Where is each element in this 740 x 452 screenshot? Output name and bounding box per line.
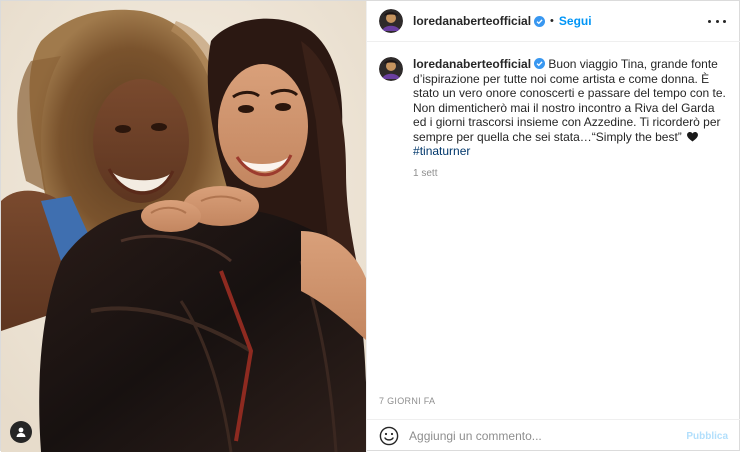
header-separator: • bbox=[550, 15, 554, 27]
author-username[interactable]: loredanaberteofficial bbox=[413, 14, 531, 28]
caption-relative-time[interactable]: 1 sett bbox=[413, 167, 731, 182]
verified-badge-icon bbox=[534, 15, 546, 27]
instagram-post: loredanaberteofficial • Segui loredanabe… bbox=[0, 0, 740, 452]
post-side-panel: loredanaberteofficial • Segui loredanabe… bbox=[366, 1, 740, 452]
black-heart-icon bbox=[687, 131, 699, 142]
profile-avatar-icon[interactable] bbox=[379, 9, 404, 33]
post-photo-artwork bbox=[1, 1, 367, 452]
follow-button[interactable]: Segui bbox=[559, 14, 592, 28]
more-options-icon[interactable] bbox=[708, 13, 727, 29]
caption-username[interactable]: loredanaberteofficial bbox=[413, 57, 531, 71]
post-date[interactable]: 7 GIORNI FA bbox=[379, 396, 435, 406]
comment-input[interactable] bbox=[409, 429, 687, 443]
post-caption: loredanaberteofficial Buon viaggio Tina,… bbox=[379, 57, 734, 181]
hashtag-link[interactable]: #tinaturner bbox=[413, 144, 470, 158]
caption-body: loredanaberteofficial Buon viaggio Tina,… bbox=[413, 57, 731, 181]
caption-avatar-icon[interactable] bbox=[379, 57, 404, 81]
post-header: loredanaberteofficial • Segui bbox=[367, 1, 740, 42]
post-photo[interactable] bbox=[1, 1, 367, 452]
user-tag-button[interactable] bbox=[10, 421, 32, 443]
comment-bar: Pubblica bbox=[367, 419, 740, 452]
caption-verified-badge-icon bbox=[534, 58, 546, 69]
publish-button[interactable]: Pubblica bbox=[686, 431, 728, 442]
smiley-icon[interactable] bbox=[379, 426, 399, 446]
user-tag-icon bbox=[16, 427, 26, 437]
